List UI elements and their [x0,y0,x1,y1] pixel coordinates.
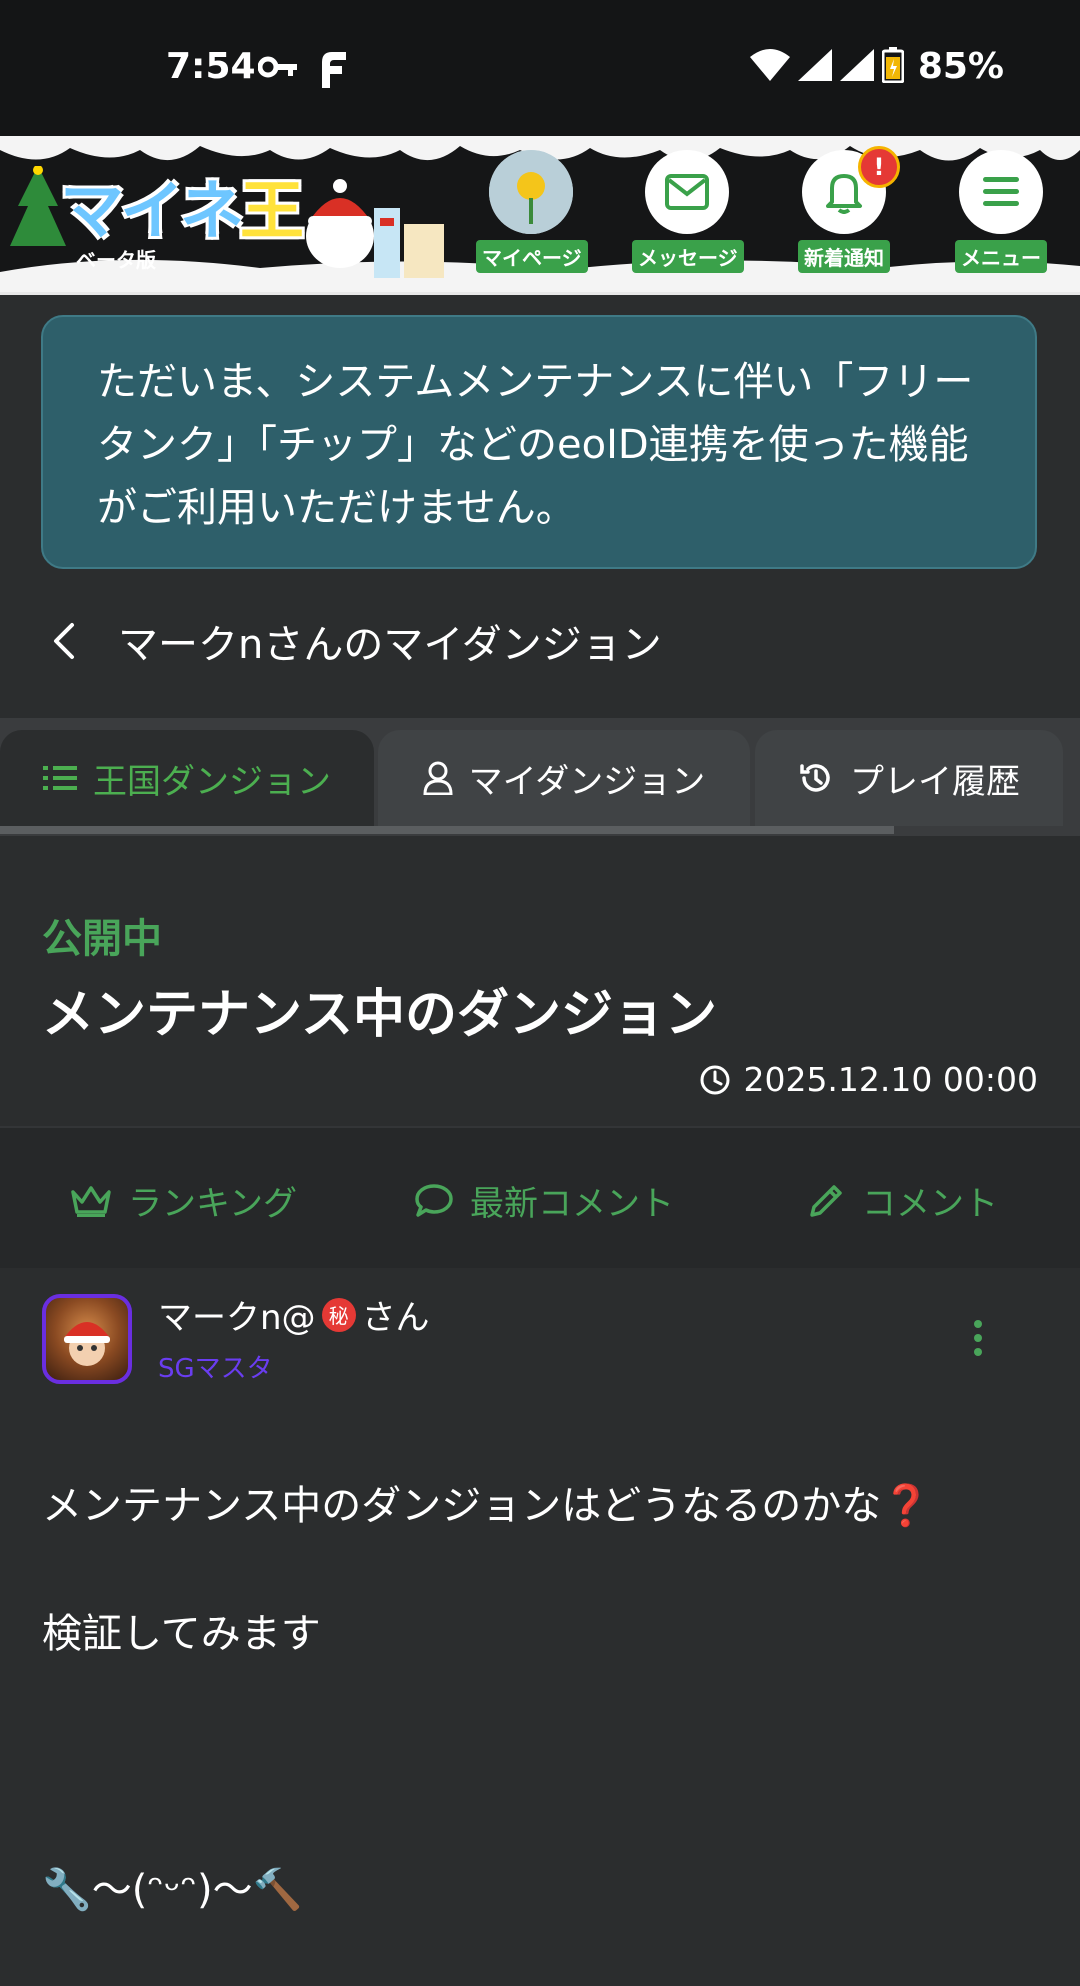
back-link-label: マークnさんのマイダンジョン [118,622,662,668]
christmas-tree-icon [10,166,66,246]
site-logo[interactable]: マイネ王 [60,160,304,252]
ranking-button[interactable]: ランキング [70,1176,297,1225]
dungeon-title: メンテナンス中のダンジョン [42,985,717,1045]
comment-blank-line [42,1730,1042,1794]
comment-line-1-text: メンテナンス中のダンジョンはどうなるのかな [42,1483,882,1529]
comment-line-3: 🔧〜(ᵔᵕᵔ)〜🔨 [42,1867,303,1913]
signal-icon-2 [839,48,874,85]
nav-label-menu: メニュー [955,240,1047,273]
latest-comments-label: 最新コメント [470,1184,674,1224]
hamburger-icon [983,177,1019,206]
town-buildings-icon [374,208,444,278]
tab-label-kingdom-dungeon: 王国ダンジョン [93,761,331,802]
comment-label: コメント [862,1184,998,1224]
dungeon-date: 2025.12.10 00:00 [699,1060,1038,1099]
pencil-icon [810,1184,842,1217]
question-mark-emoji: ❓ [881,1483,932,1529]
vpn-key-icon [257,54,298,84]
crown-icon [71,1185,111,1217]
nav-notifications[interactable]: ! 新着通知 [789,146,900,273]
mascot-santa-icon [306,179,374,268]
bell-icon [826,174,862,214]
nav-label-notifications: 新着通知 [798,240,890,273]
avatar[interactable] [42,1294,132,1384]
nav-mypage[interactable]: マイページ [476,150,588,273]
secret-mark: 秘 [321,1297,356,1332]
maintenance-notice: ただいま、システムメンテナンスに伴い「フリータンク」「チップ」などのeoID連携… [41,315,1037,569]
publication-status: 公開中 [42,916,162,962]
clock-icon [700,1065,730,1094]
speech-bubble-icon [415,1183,453,1217]
history-icon [798,760,834,796]
kebab-menu-icon [974,1320,982,1356]
nav-label-mypage: マイページ [476,240,588,273]
battery-percent: 85% [917,46,1004,87]
chevron-left-icon [54,623,74,659]
dungeon-date-text: 2025.12.10 00:00 [743,1060,1038,1099]
avatar-flower-icon [489,150,573,234]
comment-line-2: 検証してみます [42,1611,321,1657]
latest-comments-button[interactable]: 最新コメント [414,1176,674,1225]
more-options-button[interactable] [970,1318,986,1362]
envelope-icon [665,174,709,210]
comment-button[interactable]: コメント [806,1176,998,1225]
comment-body: メンテナンス中のダンジョンはどうなるのかな❓ 検証してみます 🔧〜(ᵔᵕᵔ)〜🔨 [42,1410,1042,1986]
nav-menu[interactable]: メニュー [946,150,1056,273]
site-header: マイネ王 ベータ版 マイページ メッセージ ! 新着通知 メニュー [0,136,1080,295]
comment-username[interactable]: マークn@ 秘 さん [158,1290,430,1339]
comment-line-1: メンテナンス中のダンジョンはどうなるのかな❓ [42,1474,1042,1538]
tab-label-play-history: プレイ履歴 [850,761,1020,802]
wifi-icon [749,48,790,85]
battery-icon [881,46,905,87]
tab-my-dungeon[interactable]: マイダンジョン [378,730,750,826]
avatar-santa-image [64,1322,110,1366]
user-icon [423,761,453,795]
tab-kingdom-dungeon[interactable]: 王国ダンジョン [0,730,374,826]
signal-icon [797,48,832,85]
app-f-icon [318,50,348,92]
tab-scroll-indicator [0,826,894,834]
status-bar: 7:54 85% [0,0,1080,136]
username-suffix: さん [361,1298,430,1338]
tab-label-my-dungeon: マイダンジョン [468,761,706,802]
user-rank: SGマスタ [158,1354,273,1384]
nav-message[interactable]: メッセージ [632,150,744,273]
notification-badge: ! [858,146,900,188]
status-time: 7:54 [166,46,256,87]
beta-label: ベータ版 [76,248,156,272]
username-prefix: マークn@ [158,1298,316,1338]
notice-text: ただいま、システムメンテナンスに伴い「フリータンク」「チップ」などのeoID連携… [97,359,974,531]
ranking-label: ランキング [128,1184,297,1224]
logo-text: マイネ王 [60,175,304,249]
back-link[interactable]: マークnさんのマイダンジョン [50,612,662,670]
list-icon [43,764,77,792]
tab-play-history[interactable]: プレイ履歴 [755,730,1063,826]
nav-label-message: メッセージ [632,240,744,273]
